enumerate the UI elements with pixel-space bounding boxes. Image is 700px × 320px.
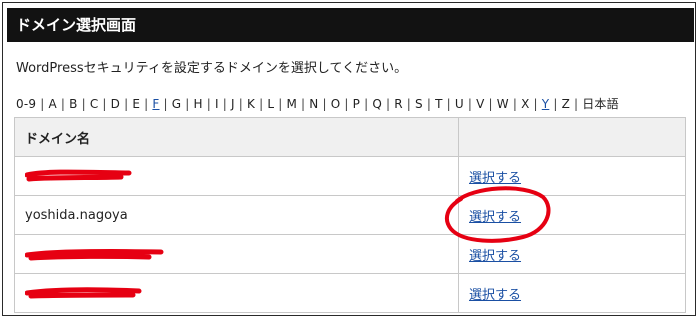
- domain-cell: [14, 273, 459, 313]
- alpha-separator: |: [102, 97, 107, 111]
- alpha-index-h: H: [193, 97, 203, 111]
- action-cell: 選択する: [458, 156, 686, 196]
- domain-table: ドメイン名 選択する yoshida.nagoya 選択する 選択する 選択する: [14, 117, 686, 313]
- alpha-index-o: O: [330, 97, 341, 111]
- alpha-index-g: G: [171, 97, 182, 111]
- alpha-index-a: A: [48, 97, 57, 111]
- alpha-index-p: P: [352, 97, 361, 111]
- alpha-separator: |: [163, 97, 168, 111]
- select-link[interactable]: 選択する: [469, 249, 521, 264]
- alpha-separator: |: [533, 97, 538, 111]
- redaction-scribble: [25, 287, 142, 299]
- domain-cell: [14, 156, 459, 196]
- alpha-index-w: W: [496, 97, 509, 111]
- select-link[interactable]: 選択する: [469, 288, 521, 303]
- alpha-separator: |: [238, 97, 243, 111]
- alpha-index-d: D: [110, 97, 121, 111]
- column-header-domain: ドメイン名: [14, 117, 459, 157]
- table-header-row: ドメイン名: [14, 117, 686, 157]
- alpha-index-t: T: [435, 97, 443, 111]
- alpha-index-b: B: [69, 97, 78, 111]
- alpha-index-r: R: [394, 97, 403, 111]
- alpha-separator: |: [144, 97, 149, 111]
- alpha-separator: |: [446, 97, 451, 111]
- alpha-index-k: K: [247, 97, 256, 111]
- alpha-separator: |: [301, 97, 306, 111]
- alpha-index-s: S: [415, 97, 423, 111]
- redaction-scribble: [25, 248, 164, 261]
- alpha-index-日本語: 日本語: [582, 97, 619, 111]
- alpha-index-v: V: [476, 97, 485, 111]
- action-cell: 選択する: [444, 186, 686, 243]
- action-cell: 選択する: [458, 234, 686, 274]
- alpha-separator: |: [364, 97, 369, 111]
- alpha-separator: |: [488, 97, 493, 111]
- select-link[interactable]: 選択する: [469, 171, 521, 186]
- alpha-index-u: U: [454, 97, 464, 111]
- table-row: 選択する: [14, 234, 686, 274]
- alpha-separator: |: [512, 97, 518, 111]
- alpha-index-x: X: [521, 97, 530, 111]
- instruction-text: WordPressセキュリティを設定するドメインを選択してください。: [16, 61, 408, 76]
- alpha-index-f[interactable]: F: [152, 97, 159, 111]
- alpha-separator: |: [40, 97, 45, 111]
- alpha-separator: |: [322, 97, 327, 111]
- alpha-index-q: Q: [372, 97, 382, 111]
- alpha-separator: |: [573, 97, 579, 111]
- alpha-index-m: M: [286, 97, 298, 111]
- alpha-separator: |: [467, 97, 473, 111]
- alpha-separator: |: [259, 97, 264, 111]
- alpha-separator: |: [553, 97, 558, 111]
- alpha-separator: |: [222, 97, 227, 111]
- alpha-separator: |: [60, 97, 66, 111]
- alpha-index-0-9: 0-9: [16, 97, 37, 111]
- alpha-separator: |: [385, 97, 391, 111]
- redaction-scribble: [25, 169, 132, 182]
- alpha-separator: |: [406, 97, 412, 111]
- action-cell: 選択する: [458, 273, 686, 313]
- alpha-separator: |: [185, 97, 190, 111]
- alpha-index-z: Z: [561, 97, 570, 111]
- table-row: 選択する: [14, 273, 686, 313]
- alpha-separator: |: [206, 97, 211, 111]
- table-row: yoshida.nagoya 選択する: [14, 186, 686, 243]
- column-header-action: [458, 117, 686, 157]
- alpha-index-e: E: [132, 97, 141, 111]
- alpha-separator: |: [426, 97, 432, 111]
- alpha-separator: |: [344, 97, 349, 111]
- table-row: 選択する: [14, 156, 686, 196]
- page-title: ドメイン選択画面: [7, 8, 694, 42]
- alpha-separator: |: [81, 97, 86, 111]
- alphabet-index: 0-9 | A | B | C | D | E | F | G | H | I | J | K | L | M | N | O | P | Q | R |…: [16, 95, 619, 112]
- alpha-separator: |: [278, 97, 283, 111]
- alpha-separator: |: [124, 97, 129, 111]
- domain-cell: yoshida.nagoya: [14, 195, 459, 235]
- select-link[interactable]: 選択する: [469, 210, 521, 225]
- domain-cell: [14, 234, 459, 274]
